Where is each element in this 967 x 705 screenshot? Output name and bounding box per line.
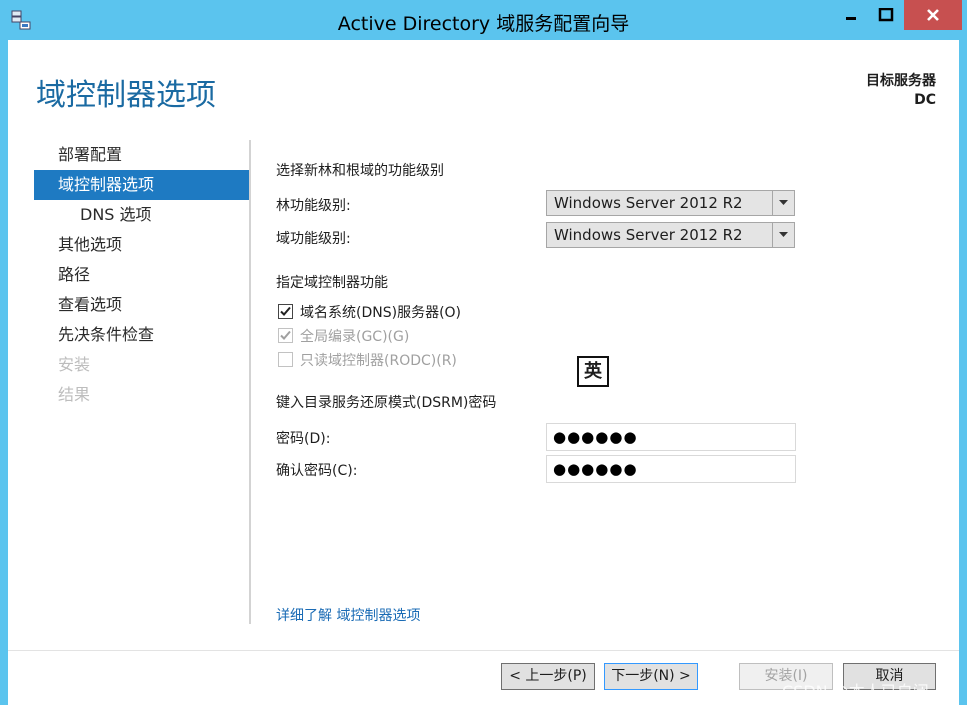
nav-divider	[249, 140, 251, 624]
next-button[interactable]: 下一步(N) >	[604, 663, 698, 690]
password-label: 密码(D):	[276, 431, 331, 447]
target-server-label: 目标服务器	[866, 73, 936, 89]
capabilities-heading: 指定域控制器功能	[276, 275, 388, 291]
forest-level-label: 林功能级别:	[276, 198, 351, 214]
nav-item-dc-options[interactable]: 域控制器选项	[34, 170, 249, 200]
functional-level-heading: 选择新林和根域的功能级别	[276, 163, 444, 179]
confirm-password-label: 确认密码(C):	[276, 463, 358, 479]
nav-item-review-options[interactable]: 查看选项	[34, 290, 249, 320]
rodc-checkbox	[278, 352, 293, 367]
global-catalog-label: 全局编录(GC)(G)	[300, 329, 410, 345]
nav-item-prerequisites[interactable]: 先决条件检查	[34, 320, 249, 350]
page-title: 域控制器选项	[36, 78, 216, 113]
minimize-button[interactable]	[834, 0, 868, 30]
target-server-info: 目标服务器 DC	[866, 72, 936, 110]
target-server-name: DC	[914, 92, 936, 108]
forest-level-value: Windows Server 2012 R2	[554, 194, 743, 212]
nav-item-install: 安装	[58, 355, 91, 374]
domain-level-value: Windows Server 2012 R2	[554, 226, 743, 244]
watermark-text: CSDN @本人已自闭	[782, 682, 929, 701]
wizard-window: Active Directory 域服务配置向导 域控制器选项 目标服务器 DC…	[0, 0, 967, 705]
close-button[interactable]	[904, 0, 962, 30]
nav-item-deployment[interactable]: 部署配置	[34, 140, 249, 170]
confirm-password-value: ●●●●●●	[553, 460, 638, 478]
nav-item-additional-options[interactable]: 其他选项	[34, 230, 249, 260]
domain-level-label: 域功能级别:	[276, 231, 351, 247]
password-value: ●●●●●●	[553, 428, 638, 446]
dsrm-heading: 键入目录服务还原模式(DSRM)密码	[276, 395, 497, 411]
chevron-down-icon[interactable]	[772, 191, 794, 215]
footer-divider	[8, 650, 959, 651]
learn-more-link[interactable]: 详细了解 域控制器选项	[276, 605, 420, 625]
nav-item-dns-options[interactable]: DNS 选项	[34, 200, 249, 230]
previous-button[interactable]: < 上一步(P)	[501, 663, 595, 690]
confirm-password-field[interactable]: ●●●●●●	[546, 455, 796, 483]
window-title: Active Directory 域服务配置向导	[337, 13, 630, 35]
wizard-steps-nav: 部署配置 域控制器选项 DNS 选项 其他选项 路径 查看选项 先决条件检查 安…	[34, 140, 249, 410]
chevron-down-icon[interactable]	[772, 223, 794, 247]
maximize-button[interactable]	[869, 0, 903, 30]
forest-level-select[interactable]: Windows Server 2012 R2	[546, 190, 795, 216]
ime-indicator[interactable]: 英	[577, 356, 609, 387]
domain-level-select[interactable]: Windows Server 2012 R2	[546, 222, 795, 248]
dns-server-checkbox[interactable]	[278, 304, 293, 319]
global-catalog-checkbox	[278, 328, 293, 343]
dns-server-label[interactable]: 域名系统(DNS)服务器(O)	[300, 302, 461, 322]
nav-item-paths[interactable]: 路径	[34, 260, 249, 290]
title-bar[interactable]: Active Directory 域服务配置向导	[0, 0, 967, 40]
rodc-label: 只读域控制器(RODC)(R)	[300, 353, 457, 369]
password-field[interactable]: ●●●●●●	[546, 423, 796, 451]
nav-item-results: 结果	[58, 385, 91, 404]
